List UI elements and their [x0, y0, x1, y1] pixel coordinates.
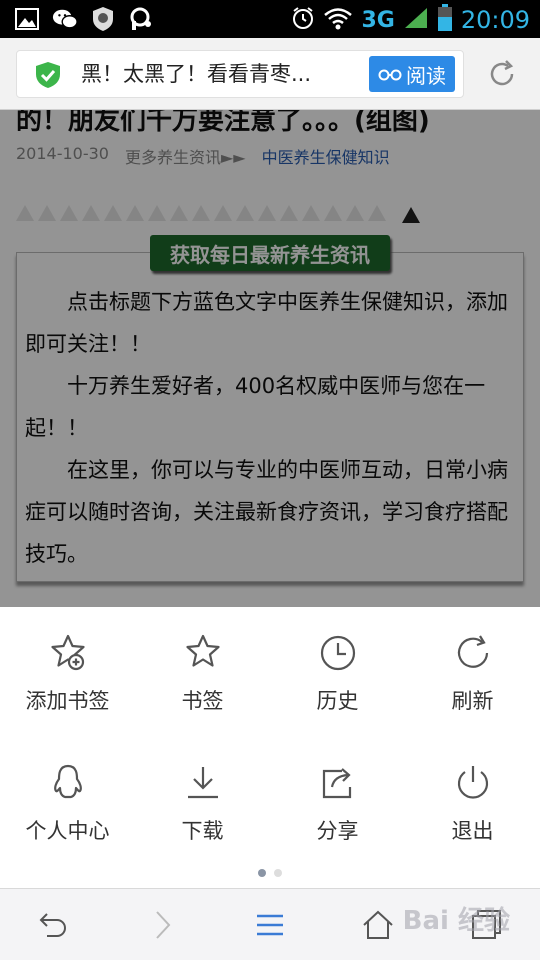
menu-item-label: 刷新	[451, 689, 494, 713]
menu-item-refresh[interactable]: 刷新	[405, 627, 540, 757]
star-icon	[185, 634, 220, 667]
reader-mode-button[interactable]: 阅读	[369, 56, 455, 92]
menu-item-history[interactable]: 历史	[270, 627, 405, 757]
menu-item-personal-center[interactable]: 个人中心	[0, 757, 135, 887]
app-badge-icon	[90, 6, 116, 32]
menu-item-label: 历史	[316, 689, 359, 713]
download-icon	[187, 767, 218, 799]
address-bar: 黑！太黑了！看看青枣... 阅读	[0, 38, 540, 110]
page-title: 黑！太黑了！看看青枣...	[81, 62, 312, 86]
forward-button[interactable]	[108, 889, 216, 960]
menu-item-label: 分享	[316, 819, 359, 843]
image-icon	[14, 6, 40, 32]
menu-item-add-bookmark[interactable]: 添加书签	[0, 627, 135, 757]
menu-button[interactable]	[216, 889, 324, 960]
home-icon	[363, 910, 393, 939]
menu-item-label: 个人中心	[25, 819, 110, 843]
network-type: 3G	[361, 7, 395, 33]
menu-item-label: 下载	[181, 819, 224, 843]
reader-mode-label: 阅读	[406, 63, 446, 88]
page-dot[interactable]	[274, 869, 282, 877]
notification-icon	[128, 6, 154, 32]
menu-item-exit[interactable]: 退出	[405, 757, 540, 887]
signal-icon	[403, 6, 429, 34]
back-button[interactable]	[0, 889, 108, 960]
status-bar: 3G 20:09	[0, 0, 540, 38]
share-icon	[322, 768, 351, 799]
article-content: 的！朋友们千万要注意了。。。(组图) 2014-10-30 更多养生资讯►► 中…	[0, 110, 540, 607]
forward-icon	[156, 910, 171, 939]
page-indicator	[0, 869, 540, 877]
menu-icon	[257, 914, 283, 935]
dim-overlay[interactable]	[0, 110, 540, 607]
clock: 20:09	[460, 6, 530, 34]
back-icon	[39, 912, 66, 937]
wechat-icon	[52, 6, 78, 32]
power-icon	[457, 766, 488, 799]
shield-check-icon	[35, 61, 61, 89]
menu-item-share[interactable]: 分享	[270, 757, 405, 887]
add-bookmark-icon	[50, 634, 85, 671]
clock-icon	[320, 635, 355, 671]
url-box[interactable]: 黑！太黑了！看看青枣... 阅读	[16, 50, 464, 98]
wifi-icon	[323, 6, 353, 34]
browser-menu: 添加书签 书签 历史 刷新 个人中心 下载 分享 退出	[0, 607, 540, 888]
battery-icon	[437, 4, 453, 36]
menu-item-label: 书签	[181, 689, 224, 713]
menu-item-label: 添加书签	[25, 689, 110, 713]
refresh-icon	[457, 635, 488, 668]
menu-item-bookmarks[interactable]: 书签	[135, 627, 270, 757]
reload-icon[interactable]	[486, 58, 518, 90]
alarm-icon	[291, 6, 315, 34]
qq-penguin-icon	[53, 764, 82, 799]
glasses-icon	[378, 62, 402, 86]
watermark: Bai 经验	[402, 906, 510, 936]
menu-item-download[interactable]: 下载	[135, 757, 270, 887]
page-dot-active	[258, 869, 266, 877]
menu-item-label: 退出	[451, 819, 494, 843]
